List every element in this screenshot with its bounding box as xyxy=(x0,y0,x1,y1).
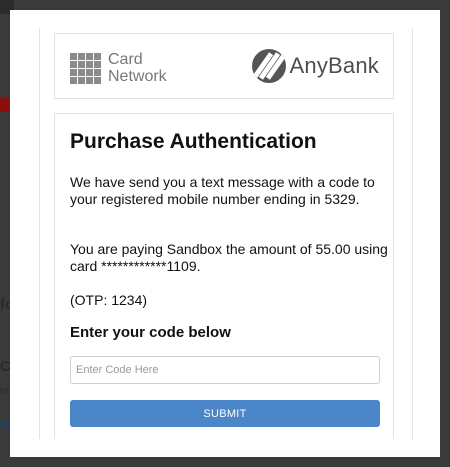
card-network-line1: Card xyxy=(108,51,143,68)
anybank-stripes-icon xyxy=(251,49,286,83)
code-input-label: Enter your code below xyxy=(70,324,231,341)
background-badge xyxy=(0,98,10,112)
sms-message-text: We have send you a text message with a c… xyxy=(70,174,375,207)
anybank-wordmark: AnyBank xyxy=(289,53,379,78)
card-network-logo: Card Network xyxy=(70,51,167,85)
logo-header: Card Network AnyBank xyxy=(54,33,394,99)
otp-hint-text: (OTP: 1234) xyxy=(70,292,148,308)
submit-button[interactable]: SUBMIT xyxy=(70,400,380,427)
card-network-line2: Network xyxy=(108,68,167,85)
modal-frame: Card Network AnyBank Purchase Authentica… xyxy=(39,28,413,439)
card-network-grid-icon xyxy=(70,52,101,84)
verification-code-input[interactable] xyxy=(70,356,380,384)
background-text-fragment: rs xyxy=(0,385,10,397)
authentication-panel: Purchase Authentication We have send you… xyxy=(54,113,394,439)
card-network-wordmark: Card Network xyxy=(108,51,167,85)
payment-details-text: You are paying Sandbox the amount of 55.… xyxy=(70,241,388,274)
authentication-modal: Card Network AnyBank Purchase Authentica… xyxy=(10,10,440,457)
page-title: Purchase Authentication xyxy=(70,130,317,153)
anybank-logo: AnyBank xyxy=(251,49,379,83)
